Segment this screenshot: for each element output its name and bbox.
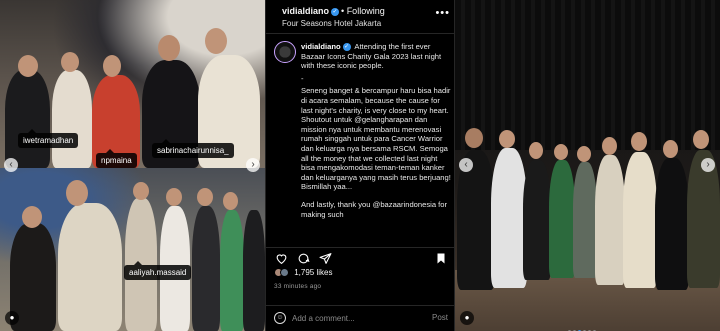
person-head (223, 192, 238, 210)
person-head (158, 35, 180, 61)
photo-tag[interactable]: aaliyah.massaid (124, 261, 192, 280)
person-head (61, 52, 79, 72)
header-separator: • (341, 6, 345, 16)
person-silhouette (549, 160, 575, 278)
person-silhouette (491, 148, 527, 288)
person-head (554, 144, 568, 160)
person-head (631, 132, 647, 151)
caption-area: vidialdiano ✓ Attending the first ever Ba… (266, 35, 456, 246)
caption-outro: And lastly, thank you @bazaarindonesia f… (301, 199, 450, 219)
person-silhouette (243, 210, 265, 331)
person-head (693, 130, 709, 149)
post-detail-panel: vidialdiano ✓ • Following Four Seasons Hot… (265, 0, 456, 331)
person-head (197, 188, 213, 206)
person-silhouette (5, 70, 50, 168)
person-head (18, 55, 38, 77)
person-silhouette (573, 162, 597, 278)
likes-label[interactable]: 1,795 likes (294, 268, 332, 277)
person-head (663, 140, 678, 158)
caption-dash: - (301, 73, 304, 83)
likes-count[interactable]: 1,795 likes (274, 268, 332, 278)
person-head (133, 182, 149, 200)
right-photo-panel[interactable]: ‹ › ● (455, 0, 720, 331)
person-head (66, 180, 88, 206)
person-head (103, 55, 121, 77)
person-silhouette (595, 155, 625, 285)
verified-badge-icon: ✓ (342, 43, 351, 51)
person-silhouette (220, 210, 244, 331)
person-head (22, 206, 42, 228)
post-timestamp: 33 minutes ago (274, 283, 322, 290)
prev-photo-button[interactable]: ‹ (459, 158, 473, 172)
tagged-users-icon[interactable]: ● (460, 311, 474, 325)
prev-photo-button[interactable]: ‹ (4, 158, 18, 172)
photo-tag[interactable]: sabrinachairunnisa_ (152, 139, 234, 158)
comment-bar: ☺ Post (266, 305, 456, 331)
tagged-users-icon[interactable]: ● (5, 311, 19, 325)
person-head (602, 137, 617, 155)
next-photo-button[interactable]: › (246, 158, 260, 172)
caption-username[interactable]: vidialdiano (301, 42, 341, 51)
person-silhouette (523, 160, 551, 280)
left-photo-panel[interactable]: iwetramadhan sabrinachairunnisa_ npmaina… (0, 0, 265, 331)
bookmark-icon[interactable] (434, 252, 448, 266)
person-head (205, 28, 227, 54)
person-head (577, 146, 591, 162)
caption-body: Seneng banget & bercampur haru bisa hadi… (301, 86, 453, 192)
person-head (166, 188, 182, 206)
following-button[interactable]: Following (347, 6, 385, 16)
person-head (465, 128, 483, 148)
share-icon[interactable] (318, 252, 332, 266)
gala-photo-bottom (0, 168, 265, 331)
verified-badge-icon: ✓ (331, 7, 340, 16)
photo-tag[interactable]: iwetramadhan (18, 129, 79, 148)
heart-icon[interactable] (274, 252, 288, 266)
post-actions (266, 247, 456, 267)
curtain-backdrop (455, 0, 720, 150)
post-comment-button[interactable]: Post (432, 313, 448, 322)
more-options-icon[interactable]: ••• (435, 7, 450, 19)
post-header-title: vidialdiano ✓ • Following (282, 6, 385, 16)
caption-avatar[interactable] (274, 41, 296, 63)
person-silhouette (52, 70, 92, 168)
person-silhouette (655, 158, 689, 290)
next-photo-button[interactable]: › (701, 158, 715, 172)
caption-text: vidialdiano ✓ Attending the first ever Ba… (301, 42, 451, 219)
liker-avatar (280, 268, 289, 278)
comment-input[interactable] (292, 311, 412, 325)
post-header: vidialdiano ✓ • Following Four Seasons Hot… (266, 0, 456, 34)
comment-icon[interactable] (296, 252, 310, 266)
post-username[interactable]: vidialdiano (282, 6, 329, 16)
person-silhouette (192, 206, 220, 331)
person-silhouette (623, 152, 657, 288)
carousel-dots (567, 320, 597, 331)
post-location[interactable]: Four Seasons Hotel Jakarta (282, 19, 381, 28)
emoji-icon[interactable]: ☺ (274, 312, 286, 324)
person-head (499, 130, 515, 148)
person-head (529, 142, 543, 159)
photo-tag[interactable]: npmaina (96, 149, 137, 168)
person-silhouette (58, 203, 122, 331)
